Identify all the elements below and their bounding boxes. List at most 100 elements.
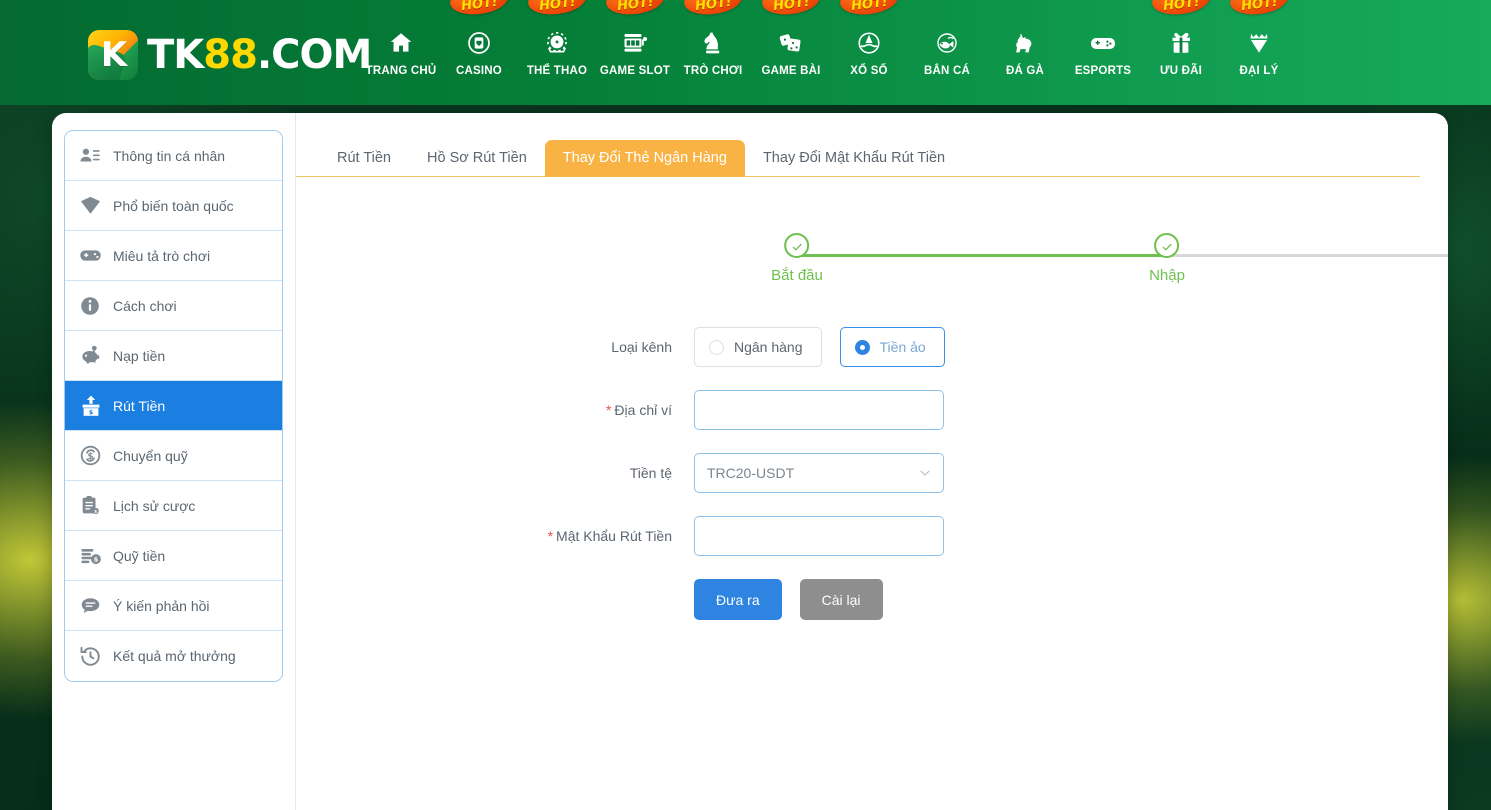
nav-item-esports[interactable]: ESPORTS <box>1064 0 1142 105</box>
logo-text-part3: .COM <box>257 32 371 78</box>
content-tabs: Rút TiềnHồ Sơ Rút TiềnThay Đổi Thẻ Ngân … <box>296 113 1420 177</box>
svg-text:$: $ <box>89 408 94 416</box>
sidebar-item-chuyển-quỹ[interactable]: $Chuyển quỹ <box>65 431 282 481</box>
site-logo[interactable]: K TK88.COM <box>88 27 371 83</box>
fish-icon <box>933 28 961 58</box>
radio-label-bank: Ngân hàng <box>734 340 803 354</box>
hot-badge-label: HOT! <box>539 0 577 16</box>
nav-item-ưu-đãi[interactable]: HOT!ƯU ĐÃI <box>1142 0 1220 105</box>
sidebar-menu: Thông tin cá nhân Phổ biến toàn quốcMiêu … <box>64 130 283 682</box>
nav-item-trang-chủ[interactable]: TRANG CHỦ <box>362 0 440 105</box>
gamepad-icon <box>1089 28 1117 58</box>
tab-rút-tiền[interactable]: Rút Tiền <box>319 140 409 178</box>
sidebar: Thông tin cá nhân Phổ biến toàn quốcMiêu … <box>52 113 296 810</box>
wallet-address-input[interactable] <box>694 390 944 430</box>
nav-item-label: ESPORTS <box>1075 66 1131 78</box>
logo-text-part1: TK <box>147 32 203 78</box>
form-row-channel-type: Loại kênh Ngân hàng Tiền ảo <box>296 327 1448 367</box>
nav-item-đại-lý[interactable]: HOT! ĐẠI LÝ <box>1220 0 1298 105</box>
form-row-currency: Tiền tệ TRC20-USDT <box>296 453 1448 493</box>
sidebar-item-label: Rút Tiền <box>113 399 165 413</box>
nav-item-label: XỔ SỐ <box>850 66 887 78</box>
nav-item-game-slot[interactable]: HOT!GAME SLOT <box>596 0 674 105</box>
sidebar-item-ý-kiến-phản-hồi[interactable]: Ý kiến phản hồi <box>65 581 282 631</box>
radio-indicator-crypto <box>855 340 870 355</box>
hot-badge: HOT! <box>1229 0 1290 17</box>
form-actions: Đưa ra Cài lại <box>694 579 1448 620</box>
nav-item-xổ-số[interactable]: HOT! XỔ SỐ <box>830 0 908 105</box>
required-mark: * <box>548 528 553 544</box>
sidebar-item-label: Ý kiến phản hồi <box>113 599 210 613</box>
site-header: K TK88.COM TRANG CHỦHOT!CASINOHOT!THỂ TH… <box>0 0 1491 105</box>
home-icon <box>388 28 414 58</box>
svg-text:$: $ <box>94 555 99 563</box>
stepper-track-completed <box>797 254 1167 257</box>
content-area: Rút TiềnHồ Sơ Rút TiềnThay Đổi Thẻ Ngân … <box>296 113 1448 810</box>
sidebar-item-lịch-sử-cược[interactable]: $Lịch sử cược <box>65 481 282 531</box>
svg-text:$: $ <box>94 509 97 514</box>
hot-badge-label: HOT! <box>695 0 733 16</box>
main-navigation: TRANG CHỦHOT!CASINOHOT!THỂ THAOHOT!GAME … <box>362 0 1298 105</box>
wallet-address-label-text: Địa chỉ ví <box>614 402 672 418</box>
sidebar-item-miêu-tả-trò-chơi[interactable]: Miêu tả trò chơi <box>65 231 282 281</box>
sidebar-item-rút-tiền[interactable]: $ Rút Tiền <box>65 381 282 431</box>
nav-item-game-bài[interactable]: HOT! GAME BÀI <box>752 0 830 105</box>
sidebar-item-thông-tin-cá-nhân[interactable]: Thông tin cá nhân <box>65 131 282 181</box>
withdraw-password-input[interactable] <box>694 516 944 556</box>
hot-badge: HOT! <box>527 0 588 17</box>
dice-icon <box>777 28 805 58</box>
sidebar-item-nạp-tiền[interactable]: Nạp tiền <box>65 331 282 381</box>
stepper-step-2: Nhập <box>1149 233 1185 283</box>
hot-badge-label: HOT! <box>461 0 499 16</box>
sidebar-item-cách-chơi[interactable]: Cách chơi <box>65 281 282 331</box>
sidebar-item-label: Kết quả mở thưởng <box>113 649 236 663</box>
radio-label-crypto: Tiền ảo <box>880 340 926 354</box>
svg-text:$: $ <box>88 452 94 462</box>
hot-badge-label: HOT! <box>1241 0 1279 16</box>
tab-hồ-sơ-rút-tiền[interactable]: Hồ Sơ Rút Tiền <box>409 140 545 178</box>
nav-item-label: ĐẠI LÝ <box>1240 66 1279 78</box>
nav-item-thể-thao[interactable]: HOT!THỂ THAO <box>518 0 596 105</box>
nav-item-label: ĐÁ GÀ <box>1006 66 1044 78</box>
diamond-icon <box>79 194 109 217</box>
form-row-withdraw-password: *Mật Khẩu Rút Tiền <box>296 516 1448 556</box>
nav-item-label: TRÒ CHƠI <box>684 66 743 78</box>
progress-stepper: Bắt đầuNhập3Hoàn thành <box>296 233 1448 303</box>
sidebar-item-phổ-biến-toàn-quốc[interactable]: Phổ biến toàn quốc <box>65 181 282 231</box>
required-mark: * <box>606 402 611 418</box>
chess-knight-icon <box>700 28 726 58</box>
sidebar-item-kết-quả-mở-thưởng[interactable]: Kết quả mở thưởng <box>65 631 282 681</box>
gift-icon <box>1168 28 1194 58</box>
nav-item-bắn-cá[interactable]: BẮN CÁ <box>908 0 986 105</box>
logo-badge-icon: K <box>88 30 138 80</box>
submit-button[interactable]: Đưa ra <box>694 579 782 620</box>
transfer-funds-icon: $ <box>79 444 109 467</box>
sidebar-item-label: Thông tin cá nhân <box>113 149 225 163</box>
stepper-step-1: Bắt đầu <box>771 233 823 283</box>
sidebar-item-label: Cách chơi <box>113 299 177 313</box>
tab-thay-đổi-thẻ-ngân-hàng[interactable]: Thay Đổi Thẻ Ngân Hàng <box>545 140 745 178</box>
stepper-step-label: Bắt đầu <box>771 268 823 283</box>
stepper-step-label: Nhập <box>1149 268 1185 283</box>
nav-item-label: BẮN CÁ <box>924 66 970 78</box>
currency-value: TRC20-USDT <box>707 466 794 480</box>
slot-machine-icon <box>621 28 649 58</box>
radio-option-crypto[interactable]: Tiền ảo <box>840 327 945 367</box>
nav-item-label: GAME SLOT <box>600 66 670 78</box>
hot-badge: HOT! <box>449 0 510 17</box>
stepper-marker <box>785 233 810 258</box>
nav-item-label: GAME BÀI <box>761 66 820 78</box>
nav-item-trò-chơi[interactable]: HOT! TRÒ CHƠI <box>674 0 752 105</box>
nav-item-đá-gà[interactable]: ĐÁ GÀ <box>986 0 1064 105</box>
tab-thay-đổi-mật-khẩu-rút-tiền[interactable]: Thay Đổi Mật Khẩu Rút Tiền <box>745 140 963 178</box>
currency-select[interactable]: TRC20-USDT <box>694 453 944 493</box>
crown-diamond-icon <box>1246 28 1272 58</box>
radio-option-bank[interactable]: Ngân hàng <box>694 327 822 367</box>
reset-button[interactable]: Cài lại <box>800 579 883 620</box>
sidebar-item-quỹ-tiền[interactable]: $Quỹ tiền <box>65 531 282 581</box>
hot-badge-label: HOT! <box>773 0 811 16</box>
nav-item-label: ƯU ĐÃI <box>1160 66 1202 78</box>
nav-item-casino[interactable]: HOT!CASINO <box>440 0 518 105</box>
hot-badge: HOT! <box>839 0 900 17</box>
piggy-bank-icon <box>79 345 109 367</box>
